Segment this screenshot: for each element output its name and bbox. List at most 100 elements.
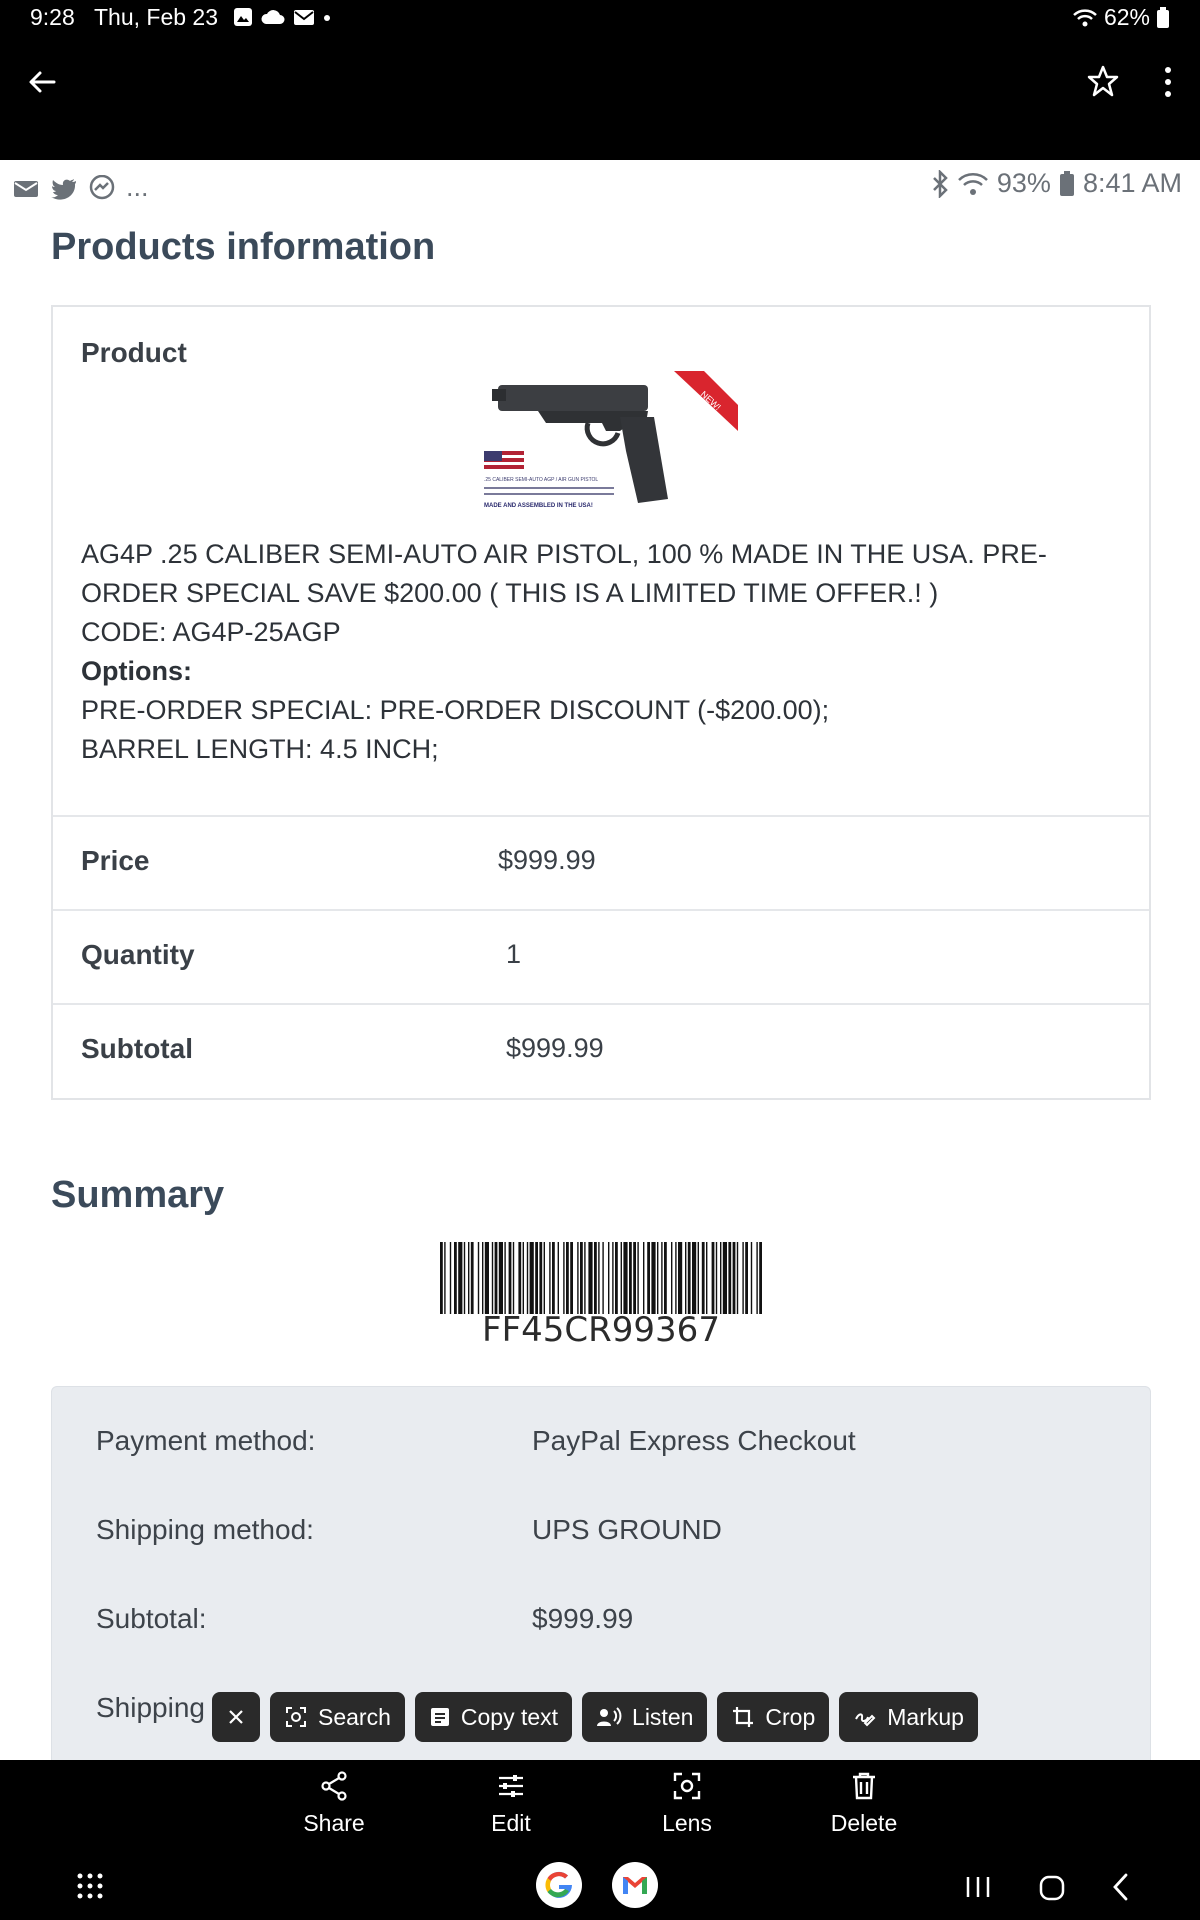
- product-image: NEW! .25 CALIBER SEMI-AUTO AGP / AIR GUN…: [478, 371, 738, 515]
- barcode-bar: [440, 1242, 443, 1314]
- wifi-icon: [1073, 8, 1097, 26]
- more-notifications: ...: [126, 172, 149, 202]
- barcode-bar: [570, 1242, 573, 1314]
- search-chip-label: Search: [318, 1703, 391, 1730]
- barcode-bar: [563, 1242, 565, 1314]
- back-arrow-icon[interactable]: [24, 64, 60, 100]
- google-g-icon: [545, 1871, 572, 1898]
- barcode-bar: [661, 1242, 663, 1314]
- wifi-signal-icon: [958, 172, 988, 195]
- barcode-bar: [468, 1242, 470, 1314]
- close-chips-button[interactable]: [212, 1692, 260, 1742]
- barcode-bar: [647, 1242, 650, 1314]
- barcode-bar: [498, 1242, 503, 1314]
- delete-button[interactable]: Delete: [794, 1770, 934, 1837]
- barcode-bar: [512, 1242, 515, 1314]
- price-row: Price $999.99: [53, 817, 1149, 911]
- more-options-icon[interactable]: [1160, 64, 1176, 100]
- barcode-bar: [458, 1242, 463, 1314]
- subtotal-value: $999.99: [506, 1033, 604, 1063]
- notification-icons: [232, 6, 332, 28]
- barcode-bar: [664, 1242, 667, 1314]
- share-button[interactable]: Share: [264, 1770, 404, 1837]
- barcode-bar: [722, 1242, 727, 1314]
- barcode-bar: [742, 1242, 744, 1314]
- inner-status-bar: ... 93% 8:41 AM: [0, 160, 1200, 210]
- nav-back-icon[interactable]: [1110, 1872, 1132, 1902]
- crop-chip-label: Crop: [765, 1703, 816, 1730]
- lens-icon: [673, 1772, 701, 1800]
- barcode-bar: [728, 1242, 732, 1314]
- system-navigation-bar: [0, 1856, 1200, 1920]
- inner-battery-icon: [1059, 170, 1074, 196]
- listen-chip-label: Listen: [632, 1703, 694, 1730]
- system-battery-text: 62%: [1103, 4, 1150, 30]
- edit-button[interactable]: Edit: [441, 1770, 581, 1837]
- viewer-toolbar: [0, 36, 1200, 160]
- share-icon: [321, 1771, 347, 1801]
- barcode-bar: [602, 1242, 604, 1314]
- lens-button[interactable]: Lens: [617, 1770, 757, 1837]
- summary-subtotal-value: $999.99: [532, 1603, 634, 1634]
- delete-label: Delete: [830, 1810, 898, 1836]
- option-preorder: PRE-ORDER SPECIAL: PRE-ORDER DISCOUNT (-…: [81, 695, 830, 725]
- listen-chip[interactable]: Listen: [582, 1692, 708, 1742]
- barcode-bar: [580, 1242, 583, 1314]
- battery-icon: [1157, 6, 1169, 28]
- dot-icon: [324, 15, 330, 21]
- quantity-row: Quantity 1: [53, 911, 1149, 1005]
- favorite-star-icon[interactable]: [1086, 64, 1120, 98]
- barcode-bar: [484, 1242, 489, 1314]
- products-heading: Products information: [51, 226, 436, 268]
- barcode-bar: [463, 1242, 466, 1314]
- barcode-bar: [522, 1242, 524, 1314]
- crop-chip[interactable]: Crop: [717, 1692, 830, 1742]
- google-app-icon[interactable]: [536, 1862, 582, 1908]
- barcode-bar: [620, 1242, 622, 1314]
- gmail-app-icon[interactable]: [612, 1862, 658, 1908]
- image-caption-line: .25 CALIBER SEMI-AUTO AGP / AIR GUN PIST…: [484, 477, 598, 483]
- barcode-bar: [651, 1242, 656, 1314]
- barcode-bar: [549, 1242, 551, 1314]
- barcode-bar: [491, 1242, 494, 1314]
- barcode-bar: [671, 1242, 673, 1314]
- close-icon: [229, 1710, 243, 1724]
- markup-pen-icon: [855, 1713, 876, 1727]
- copy-text-chip-label: Copy text: [460, 1703, 559, 1730]
- subtotal-row: Subtotal $999.99: [53, 1005, 1149, 1099]
- barcode-number: FF45CR99367: [482, 1310, 720, 1350]
- system-status-bar: 9:28 Thu, Feb 23 62%: [0, 0, 1200, 36]
- mail-icon: [294, 10, 314, 25]
- inner-time: 8:41 AM: [1082, 168, 1182, 198]
- barcode-bar: [494, 1242, 498, 1314]
- home-icon[interactable]: [1038, 1874, 1066, 1902]
- barcode-bar: [732, 1242, 736, 1314]
- markup-chip[interactable]: Markup: [839, 1692, 978, 1742]
- markup-chip-label: Markup: [887, 1703, 964, 1730]
- search-chip[interactable]: Search: [270, 1692, 405, 1742]
- copy-text-chip[interactable]: Copy text: [414, 1692, 573, 1742]
- barcode-bar: [720, 1242, 722, 1314]
- app-drawer-icon[interactable]: [76, 1872, 104, 1900]
- barcode-bar: [504, 1242, 506, 1314]
- payment-method-value: PayPal Express Checkout: [532, 1425, 856, 1456]
- barcode-bar: [643, 1242, 645, 1314]
- twitter-icon: [51, 178, 76, 200]
- cloud-icon: [261, 10, 285, 24]
- product-title: AG4P .25 CALIBER SEMI-AUTO AIR PISTOL, 1…: [81, 539, 1047, 608]
- system-date: Thu, Feb 23: [94, 4, 219, 30]
- price-label: Price: [81, 845, 150, 876]
- barcode-bar: [470, 1242, 474, 1314]
- recent-apps-icon[interactable]: [964, 1874, 992, 1900]
- barcode-bar: [675, 1242, 677, 1314]
- barcode-bar: [612, 1242, 614, 1314]
- barcode-bar: [557, 1242, 559, 1314]
- subtotal-label: Subtotal: [81, 1033, 193, 1064]
- shipping-cost-label: Shipping: [96, 1692, 205, 1723]
- product-label: Product: [81, 337, 187, 368]
- barcode-bar: [706, 1242, 708, 1314]
- barcode-bar: [629, 1242, 632, 1314]
- barcode-bar: [633, 1242, 636, 1314]
- product-code: CODE: AG4P-25AGP: [81, 617, 341, 647]
- barcode-bar: [697, 1242, 699, 1314]
